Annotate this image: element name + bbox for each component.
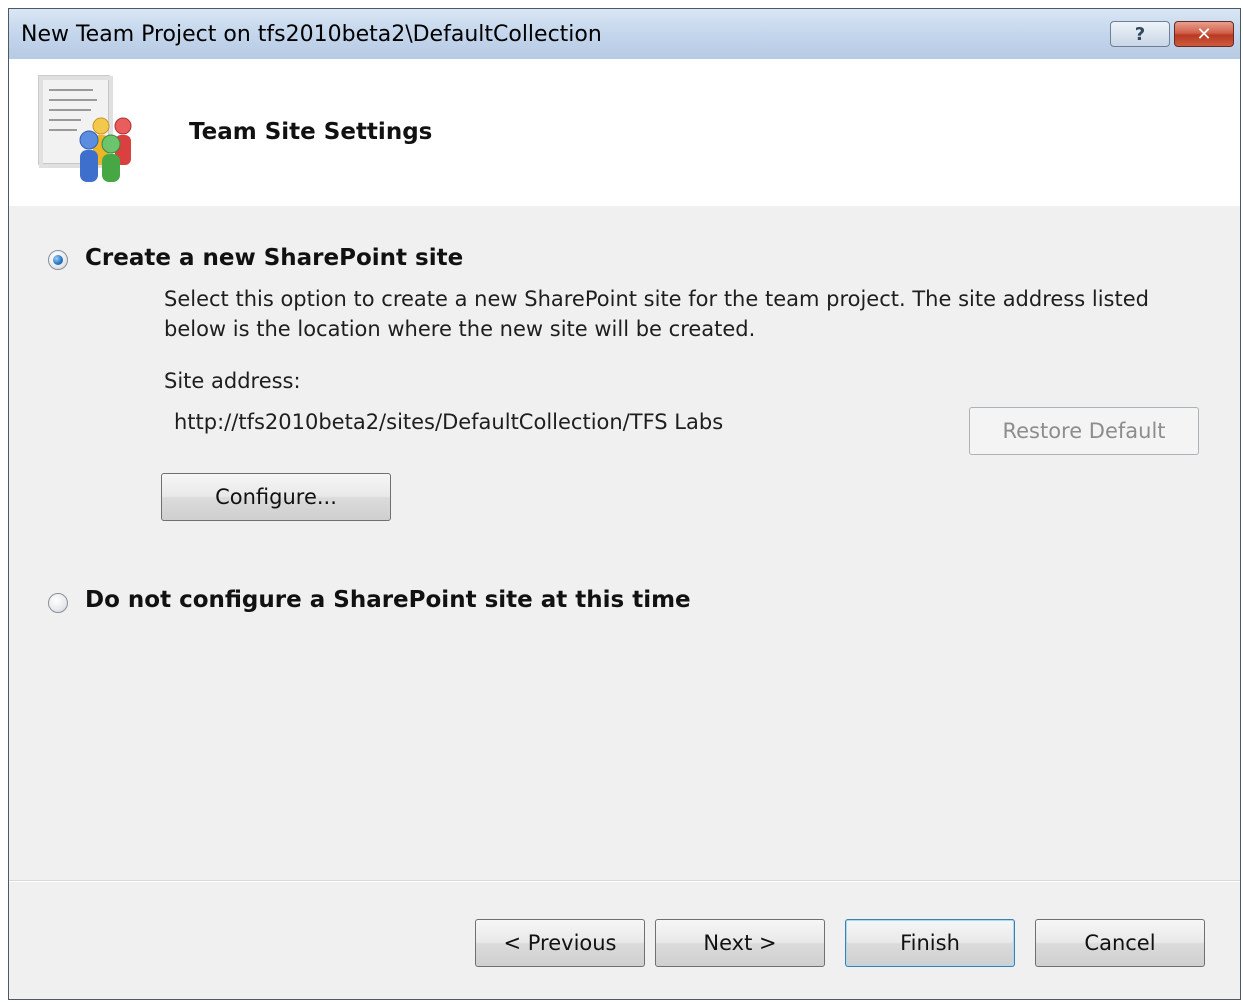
create-site-radio[interactable] (48, 250, 68, 270)
help-button[interactable]: ? (1110, 21, 1170, 47)
help-icon: ? (1134, 23, 1146, 45)
create-site-description: Select this option to create a new Share… (164, 287, 1149, 341)
new-team-project-dialog: New Team Project on tfs2010beta2\Default… (8, 8, 1241, 1000)
previous-button[interactable]: < Previous (475, 919, 645, 967)
site-address-value: http://tfs2010beta2/sites/DefaultCollect… (174, 410, 724, 434)
footer-separator (9, 880, 1240, 882)
no-site-label[interactable]: Do not configure a SharePoint site at th… (85, 587, 691, 613)
create-site-label[interactable]: Create a new SharePoint site (85, 245, 463, 271)
title-bar: New Team Project on tfs2010beta2\Default… (9, 9, 1240, 60)
team-project-icon (37, 74, 137, 184)
finish-button[interactable]: Finish (845, 919, 1015, 967)
close-icon: ✕ (1196, 23, 1212, 45)
close-button[interactable]: ✕ (1174, 21, 1234, 47)
page-title: Team Site Settings (189, 119, 433, 145)
site-address-label: Site address: (164, 369, 301, 393)
configure-button[interactable]: Configure... (161, 473, 391, 521)
no-site-radio[interactable] (48, 593, 68, 613)
restore-default-button[interactable]: Restore Default (969, 407, 1199, 455)
wizard-header: Team Site Settings (9, 59, 1240, 206)
cancel-button[interactable]: Cancel (1035, 919, 1205, 967)
next-button[interactable]: Next > (655, 919, 825, 967)
window-title: New Team Project on tfs2010beta2\Default… (21, 22, 602, 47)
